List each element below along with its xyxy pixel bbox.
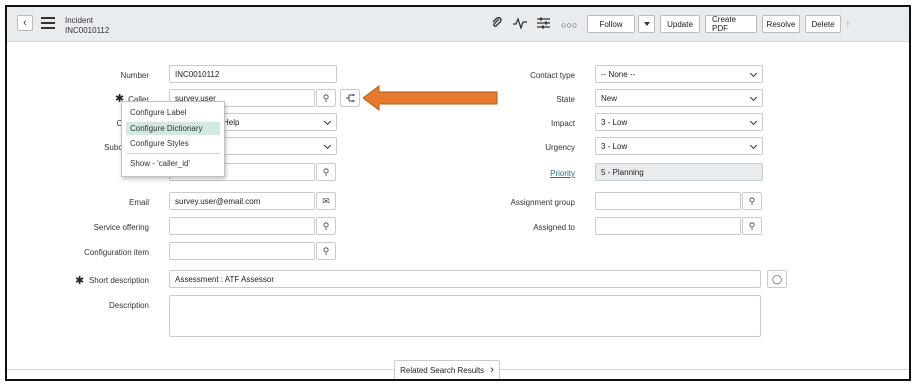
contact-type-label: Contact type [530,71,575,80]
lightbulb-icon[interactable]: ◯ [767,270,787,288]
more-icon[interactable]: ○○○ [561,20,577,30]
number-label: Number [120,71,149,80]
menu-item-show-caller-id[interactable]: Show - 'caller_id' [126,157,190,170]
short-description-label: Short description [88,276,149,285]
assigned-to-label: Assigned to [533,223,575,232]
search-icon[interactable]: ⚲ [742,192,762,210]
record-number: INC0010112 [65,26,110,35]
short-description-field[interactable]: Assessment : ATF Assessor [169,270,761,288]
assignment-group-field[interactable] [595,192,741,210]
menu-icon[interactable] [41,17,55,29]
impact-select[interactable]: 3 - Low [595,113,763,131]
search-icon[interactable]: ⚲ [316,163,336,181]
annotation-arrow-icon [363,85,498,111]
chevron-right-icon: › [490,364,494,376]
menu-item-configure-dictionary[interactable]: Configure Dictionary [126,122,220,135]
menu-divider [126,153,220,154]
urgency-select[interactable]: 3 - Low [595,137,763,155]
up-arrow-icon[interactable]: ↑ [845,17,851,31]
delete-button[interactable]: Delete [805,15,841,33]
back-icon[interactable]: ‹ [17,15,33,31]
settings-sliders-icon[interactable] [537,17,550,32]
contact-type-select[interactable]: -- None -- [595,65,763,83]
form-header: ‹ Incident INC0010112 ○○○ Follow Update … [7,7,909,42]
follow-button[interactable]: Follow [587,15,635,33]
assignment-group-label: Assignment group [510,198,575,207]
service-offering-field[interactable] [169,217,315,235]
related-search-results-button[interactable]: Related Search Results › [394,360,500,379]
create-pdf-button[interactable]: Create PDF [705,15,757,33]
menu-item-configure-label[interactable]: Configure Label [126,106,186,119]
record-type: Incident [65,16,94,25]
service-offering-label: Service offering [93,223,149,232]
incident-form-window: ‹ Incident INC0010112 ○○○ Follow Update … [5,5,911,381]
search-icon[interactable]: ⚲ [316,242,336,260]
envelope-icon[interactable]: ✉ [316,192,336,210]
assigned-to-field[interactable] [595,217,741,235]
search-icon[interactable]: ⚲ [316,89,336,107]
description-textarea[interactable] [169,295,761,337]
follow-dropdown-icon[interactable] [638,15,655,33]
state-select[interactable]: New [595,89,763,107]
paperclip-icon[interactable] [491,16,503,32]
record-title: Incident INC0010112 [65,16,109,36]
related-search-label: Related Search Results [400,365,485,375]
category-value: Help [223,117,240,127]
priority-link[interactable]: Priority [487,169,575,178]
email-label: Email [128,198,149,207]
email-field[interactable]: survey.user@email.com [169,192,315,210]
impact-label: Impact [550,119,575,128]
configuration-item-field[interactable] [169,242,315,260]
search-icon[interactable]: ⚲ [316,217,336,235]
configuration-item-label: Configuration item [84,248,149,257]
priority-field: 5 - Planning [595,163,763,181]
number-field[interactable]: INC0010112 [169,65,337,83]
search-icon[interactable]: ⚲ [742,217,762,235]
menu-item-configure-styles[interactable]: Configure Styles [126,137,189,150]
caller-context-menu: Configure Label Configure Dictionary Con… [121,101,225,177]
update-button[interactable]: Update [660,15,700,33]
reference-tree-icon[interactable] [340,89,360,107]
description-label: Description [108,301,149,310]
resolve-button[interactable]: Resolve [762,15,800,33]
urgency-label: Urgency [545,143,575,152]
activity-icon[interactable] [513,17,527,32]
